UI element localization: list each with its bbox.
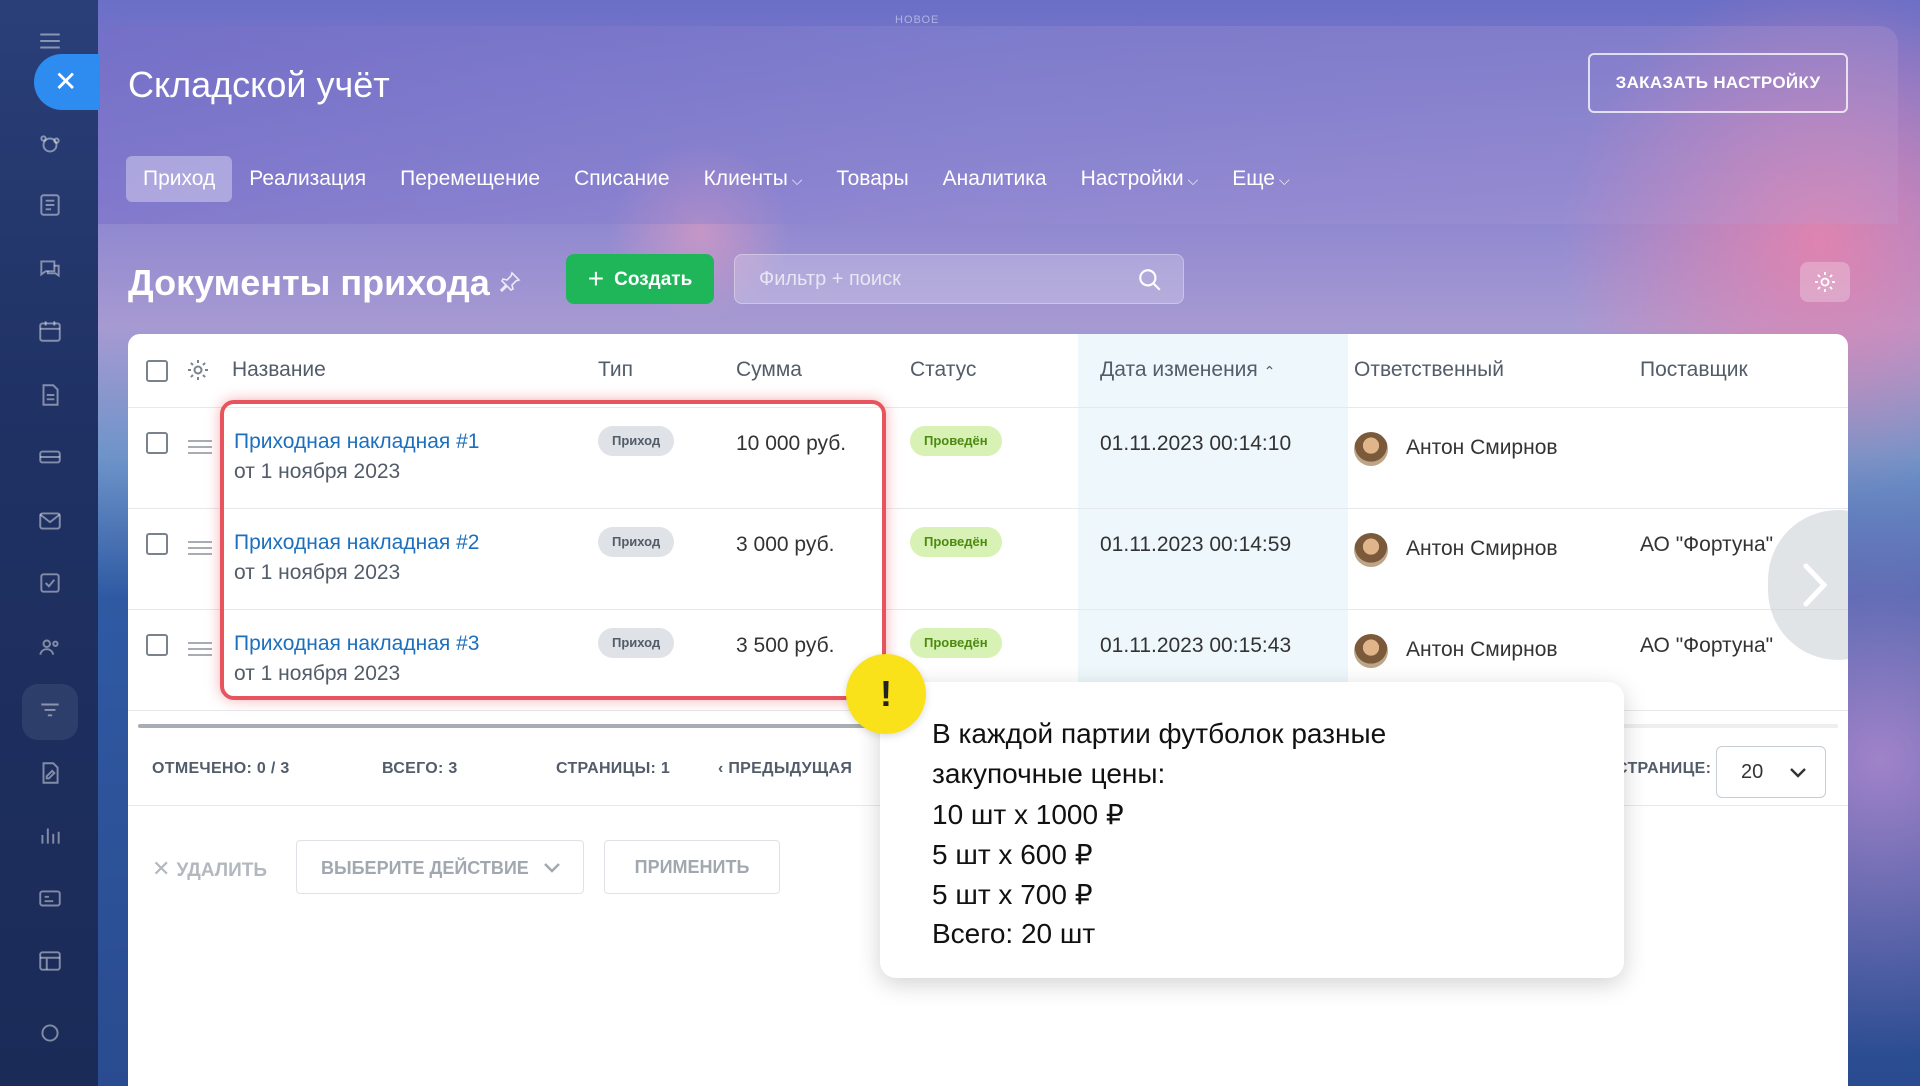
tab-income[interactable]: Приход [126, 156, 233, 202]
info-tooltip: В каждой партии футболок разные закупочн… [880, 682, 1624, 978]
per-page-select[interactable]: 20 [1716, 746, 1826, 798]
more-apps-icon[interactable] [36, 1020, 64, 1048]
column-supplier[interactable]: Поставщик [1640, 358, 1748, 382]
tooltip-line: 10 шт х 1000 ₽ [932, 799, 1124, 830]
chevron-down-icon: ⌵ [1278, 172, 1290, 188]
tab-settings[interactable]: Настройки ⌵ [1064, 156, 1216, 202]
date-modified: 01.11.2023 00:15:43 [1100, 634, 1292, 657]
status-badge: Проведён [910, 426, 1002, 456]
column-type[interactable]: Тип [598, 358, 633, 382]
row-menu-icon[interactable] [188, 440, 212, 454]
select-all-checkbox[interactable] [146, 360, 168, 382]
users-icon[interactable] [36, 634, 64, 662]
drive-icon[interactable] [36, 444, 64, 472]
tooltip-line: 5 шт х 600 ₽ [932, 839, 1093, 870]
sites-icon[interactable] [36, 948, 64, 976]
chevron-down-icon [544, 863, 560, 873]
edit-doc-icon[interactable] [36, 760, 64, 788]
row-checkbox[interactable] [146, 432, 168, 454]
contact-center-icon[interactable] [36, 886, 64, 914]
tab-clients[interactable]: Клиенты ⌵ [687, 156, 820, 202]
tooltip-line: Всего: 20 шт [932, 918, 1096, 949]
tooltip-line: 5 шт х 700 ₽ [932, 879, 1093, 910]
close-icon: ✕ [54, 66, 78, 97]
highlight-frame [220, 400, 886, 700]
row-checkbox[interactable] [146, 533, 168, 555]
per-page-label: СТРАНИЦЕ: [1616, 760, 1712, 777]
tasks-icon[interactable] [36, 570, 64, 598]
left-sidebar [0, 0, 98, 1086]
tooltip-line: закупочные цены: [932, 758, 1166, 789]
responsible-name[interactable]: Антон Смирнов [1406, 537, 1558, 561]
pin-icon[interactable] [498, 270, 522, 294]
page-title: Складской учёт [128, 64, 390, 105]
chevron-down-icon [1790, 768, 1806, 778]
tab-sales[interactable]: Реализация [232, 156, 383, 202]
table-header: Название Тип Сумма Статус Дата изменения… [128, 334, 1848, 408]
column-status[interactable]: Статус [910, 358, 976, 382]
date-modified: 01.11.2023 00:14:10 [1100, 432, 1292, 455]
close-icon: ✕ [152, 856, 171, 881]
total-count: ВСЕГО: 3 [382, 760, 458, 777]
chevron-left-icon: ‹ [718, 760, 729, 777]
order-setup-button[interactable]: ЗАКАЗАТЬ НАСТРОЙКУ [1588, 53, 1848, 113]
responsible-name[interactable]: Антон Смирнов [1406, 638, 1558, 662]
document-icon[interactable] [36, 382, 64, 410]
avatar[interactable] [1354, 634, 1388, 668]
top-tag: НОВОЕ [895, 14, 940, 26]
calendar-icon[interactable] [36, 318, 64, 346]
search-icon[interactable] [1137, 267, 1163, 293]
prev-page-link[interactable]: ‹ ПРЕДЫДУЩАЯ [718, 760, 852, 778]
section-title: Документы прихода [128, 262, 490, 303]
chat-icon[interactable] [36, 256, 64, 284]
avatar[interactable] [1354, 432, 1388, 466]
search-input[interactable] [735, 255, 1115, 303]
chevron-down-icon: ⌵ [791, 172, 803, 188]
apply-button[interactable]: ПРИМЕНИТЬ [604, 840, 780, 894]
gear-icon [1815, 272, 1835, 292]
status-badge: Проведён [910, 628, 1002, 658]
column-sum[interactable]: Сумма [736, 358, 802, 382]
crm-icon[interactable] [36, 132, 64, 160]
column-date-modified[interactable]: Дата изменения ⌃ [1100, 358, 1275, 382]
row-checkbox[interactable] [146, 634, 168, 656]
chevron-right-icon [1803, 563, 1828, 607]
supplier-name: АО "Фортуна" [1640, 533, 1774, 556]
feed-icon[interactable] [36, 192, 64, 220]
columns-gear-icon[interactable] [186, 358, 210, 382]
chevron-down-icon: ⌵ [1187, 172, 1199, 188]
plus-icon: + [587, 263, 605, 294]
tab-analytics[interactable]: Аналитика [926, 156, 1064, 202]
supplier-name: АО "Фортуна" [1640, 634, 1774, 657]
avatar[interactable] [1354, 533, 1388, 567]
responsible-name[interactable]: Антон Смирнов [1406, 436, 1558, 460]
sort-asc-icon: ⌃ [1263, 363, 1276, 379]
search-box [734, 254, 1184, 304]
status-badge: Проведён [910, 527, 1002, 557]
tab-writeoff[interactable]: Списание [557, 156, 686, 202]
date-modified: 01.11.2023 00:14:59 [1100, 533, 1292, 556]
tab-products[interactable]: Товары [819, 156, 925, 202]
create-button[interactable]: + Создать [566, 254, 714, 304]
tab-transfer[interactable]: Перемещение [383, 156, 557, 202]
analytics-icon[interactable] [36, 822, 64, 850]
inventory-icon[interactable] [36, 698, 64, 726]
column-name[interactable]: Название [232, 358, 326, 382]
column-responsible[interactable]: Ответственный [1354, 358, 1504, 382]
selected-count: ОТМЕЧЕНО: 0 / 3 [152, 760, 290, 777]
action-select[interactable]: ВЫБЕРИТЕ ДЕЙСТВИЕ [296, 840, 584, 894]
tab-more[interactable]: Еще ⌵ [1215, 156, 1306, 202]
tooltip-line: В каждой партии футболок разные [932, 718, 1387, 749]
menu-icon[interactable] [36, 28, 64, 56]
settings-gear-button[interactable] [1800, 262, 1850, 302]
mail-icon[interactable] [36, 508, 64, 536]
close-slider-button[interactable]: ✕ [34, 54, 100, 110]
row-menu-icon[interactable] [188, 642, 212, 656]
warning-icon: ! [846, 654, 926, 734]
pages-label: СТРАНИЦЫ: 1 [556, 760, 671, 777]
delete-button[interactable]: ✕ УДАЛИТЬ [152, 856, 267, 882]
row-menu-icon[interactable] [188, 541, 212, 555]
tabs-bar: Приход Реализация Перемещение Списание К… [126, 156, 1307, 202]
scrollbar-thumb[interactable] [138, 724, 878, 728]
